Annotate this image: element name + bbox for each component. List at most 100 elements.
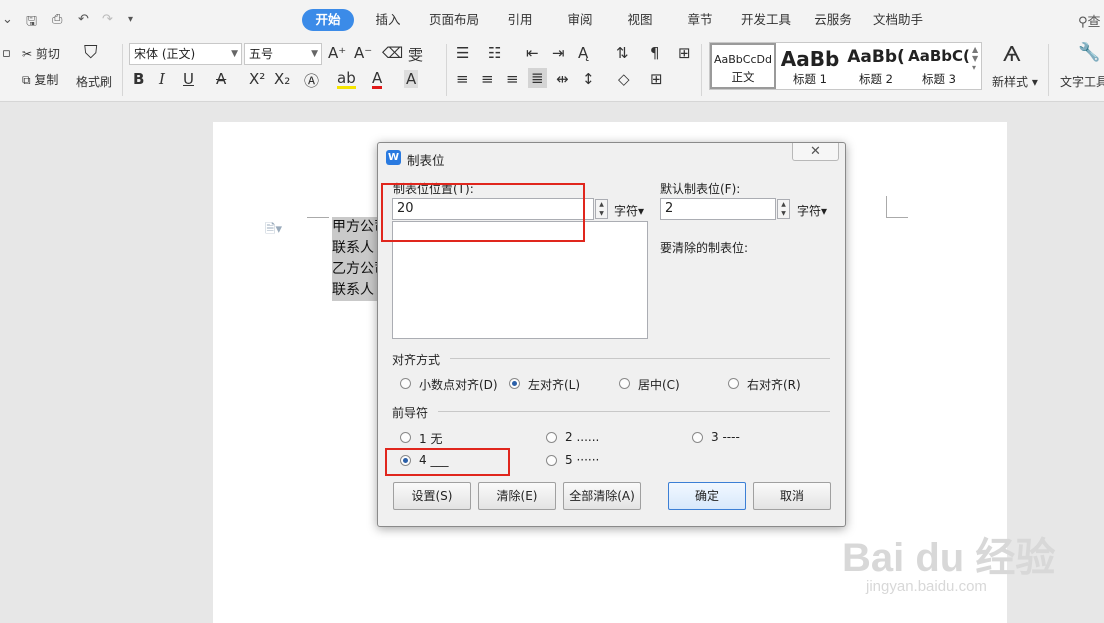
subscript-icon[interactable]: X₂ <box>274 70 290 88</box>
numbering-icon[interactable]: ☷ <box>488 44 501 62</box>
decrease-indent-icon[interactable]: ⇤ <box>526 44 539 62</box>
radio-right[interactable] <box>728 378 739 389</box>
bold-icon[interactable]: B <box>133 70 144 88</box>
tab-doc-assistant[interactable]: 文档助手 <box>868 9 928 31</box>
customize-icon[interactable]: ▾ <box>128 14 133 25</box>
highlight-icon[interactable]: ab <box>337 70 356 89</box>
italic-icon[interactable]: I <box>159 70 165 88</box>
show-marks-icon[interactable]: ¶ <box>650 44 660 62</box>
shading-icon[interactable]: ◇ <box>618 70 630 88</box>
close-button[interactable]: ✕ <box>792 143 839 161</box>
default-tab-unit[interactable]: 字符▾ <box>797 202 827 219</box>
print-icon[interactable]: ⎙ <box>52 12 62 27</box>
radio-center[interactable] <box>619 378 630 389</box>
tab-position-spinner[interactable]: ▲ ▼ <box>595 199 608 219</box>
table-icon[interactable]: ⊞ <box>678 44 691 62</box>
radio-leader-dots-label[interactable]: 2 ...... <box>565 430 599 444</box>
redo-icon[interactable]: ↷ <box>102 12 113 27</box>
clear-all-button[interactable]: 全部清除(A) <box>563 482 641 510</box>
distribute-icon[interactable]: ⇹ <box>556 70 569 88</box>
increase-indent-icon[interactable]: ⇥ <box>552 44 565 62</box>
tab-position-unit[interactable]: 字符▾ <box>614 202 644 219</box>
undo-icon[interactable]: ↶ <box>78 12 89 27</box>
justify-icon[interactable]: ≣ <box>528 68 547 88</box>
spin-down-icon[interactable]: ▼ <box>596 209 607 218</box>
style-heading-3[interactable]: AaBbC( 标题 3 <box>908 43 970 89</box>
chevron-down-icon[interactable]: ⌄ <box>2 12 13 27</box>
shrink-font-icon[interactable]: A⁻ <box>354 44 372 62</box>
font-size-select[interactable]: 五号 ▼ <box>244 43 322 65</box>
tab-developer[interactable]: 开发工具 <box>736 9 796 31</box>
font-name-select[interactable]: 宋体 (正文) ▼ <box>129 43 242 65</box>
tab-cloud[interactable]: 云服务 <box>810 9 856 31</box>
text-tools-button[interactable]: 文字工具 <box>1060 73 1104 90</box>
tab-review[interactable]: 审阅 <box>560 9 600 31</box>
search-icon[interactable]: ⚲查 <box>1078 11 1101 30</box>
ok-button[interactable]: 确定 <box>668 482 746 510</box>
pinyin-icon[interactable]: 雯 <box>408 44 423 65</box>
tab-insert[interactable]: 插入 <box>368 9 408 31</box>
tab-references[interactable]: 引用 <box>500 9 540 31</box>
char-shading-icon[interactable]: A <box>404 70 419 88</box>
doc-line[interactable]: 联系人 <box>332 238 378 259</box>
align-center-icon[interactable]: ≡ <box>481 70 494 88</box>
spin-up-icon[interactable]: ▲ <box>596 200 607 209</box>
radio-leader-middle-dots[interactable] <box>546 455 557 466</box>
spin-up-icon[interactable]: ▲ <box>778 200 789 209</box>
clear-button[interactable]: 清除(E) <box>478 482 556 510</box>
radio-decimal[interactable] <box>400 378 411 389</box>
format-painter-button[interactable]: 格式刷 <box>76 73 112 90</box>
radio-leader-none-label[interactable]: 1 无 <box>419 430 442 447</box>
cut-button[interactable]: ✂ 剪切 <box>22 45 60 62</box>
radio-leader-dashes[interactable] <box>692 432 703 443</box>
radio-leader-none[interactable] <box>400 432 411 443</box>
doc-line[interactable]: 甲方公司 <box>332 217 378 238</box>
radio-right-label[interactable]: 右对齐(R) <box>747 376 801 393</box>
highlight-box <box>385 448 510 476</box>
default-tab-input[interactable]: 2 <box>660 198 776 220</box>
baidu-watermark-logo: Bai du 经验 <box>842 536 1056 580</box>
default-tab-spinner[interactable]: ▲ ▼ <box>777 199 790 219</box>
text-direction-icon[interactable]: Ą <box>578 44 588 62</box>
tab-home[interactable]: 开始 <box>302 9 354 31</box>
spin-down-icon[interactable]: ▼ <box>778 209 789 218</box>
ribbon-toolbar: ▫ ✂ 剪切 ⧉ 复制 ⛉ 格式刷 宋体 (正文) ▼ 五号 ▼ A⁺ A⁻ ⌫ 雯… <box>0 40 1104 102</box>
copy-button[interactable]: ⧉ 复制 <box>22 71 58 88</box>
grow-font-icon[interactable]: A⁺ <box>328 44 346 62</box>
style-normal[interactable]: AaBbCcDd 正文 <box>710 43 776 89</box>
radio-left[interactable] <box>509 378 520 389</box>
line-spacing-icon[interactable]: ↕ <box>582 70 595 88</box>
paste-icon[interactable]: ▫ <box>2 46 11 61</box>
doc-line[interactable]: 联系人 <box>332 280 378 301</box>
radio-left-label[interactable]: 左对齐(L) <box>528 376 580 393</box>
font-color-icon[interactable]: A <box>372 70 383 89</box>
doc-line[interactable]: 乙方公司 <box>332 259 378 280</box>
superscript-icon[interactable]: X² <box>249 70 265 88</box>
underline-icon[interactable]: U <box>183 70 194 88</box>
tab-page-layout[interactable]: 页面布局 <box>424 9 484 31</box>
set-button[interactable]: 设置(S) <box>393 482 471 510</box>
cancel-button[interactable]: 取消 <box>753 482 831 510</box>
style-heading-1[interactable]: AaBb 标题 1 <box>778 43 842 89</box>
radio-leader-dots[interactable] <box>546 432 557 443</box>
paragraph-handle-icon[interactable]: 🗎▾ <box>265 220 282 242</box>
align-right-icon[interactable]: ≡ <box>506 70 519 88</box>
radio-center-label[interactable]: 居中(C) <box>638 376 680 393</box>
strikethrough-icon[interactable]: A <box>216 70 226 88</box>
style-heading-2[interactable]: AaBb( 标题 2 <box>844 43 908 89</box>
new-style-button[interactable]: 新样式 ▾ <box>992 73 1038 90</box>
tab-view[interactable]: 视图 <box>620 9 660 31</box>
radio-decimal-label[interactable]: 小数点对齐(D) <box>419 376 498 393</box>
tab-section[interactable]: 章节 <box>680 9 720 31</box>
save-icon[interactable]: 🖫 <box>26 12 37 34</box>
radio-leader-middle-dots-label[interactable]: 5 ······ <box>565 453 599 467</box>
borders-icon[interactable]: ⊞ <box>650 70 663 88</box>
menu-bar: ⌄ 🖫 ⎙ ↶ ↷ ▾ 开始 插入 页面布局 引用 审阅 视图 章节 开发工具 … <box>0 0 1104 40</box>
clear-format-icon[interactable]: ⌫ <box>382 44 403 62</box>
bullets-icon[interactable]: ☰ <box>456 44 469 62</box>
gallery-scroll-icon[interactable]: ▲ ▼ ▾ <box>972 45 978 72</box>
radio-leader-dashes-label[interactable]: 3 ---- <box>711 430 740 444</box>
text-effect-icon[interactable]: Ⓐ <box>304 70 319 91</box>
sort-icon[interactable]: ⇅ <box>616 44 629 62</box>
align-left-icon[interactable]: ≡ <box>456 70 469 88</box>
